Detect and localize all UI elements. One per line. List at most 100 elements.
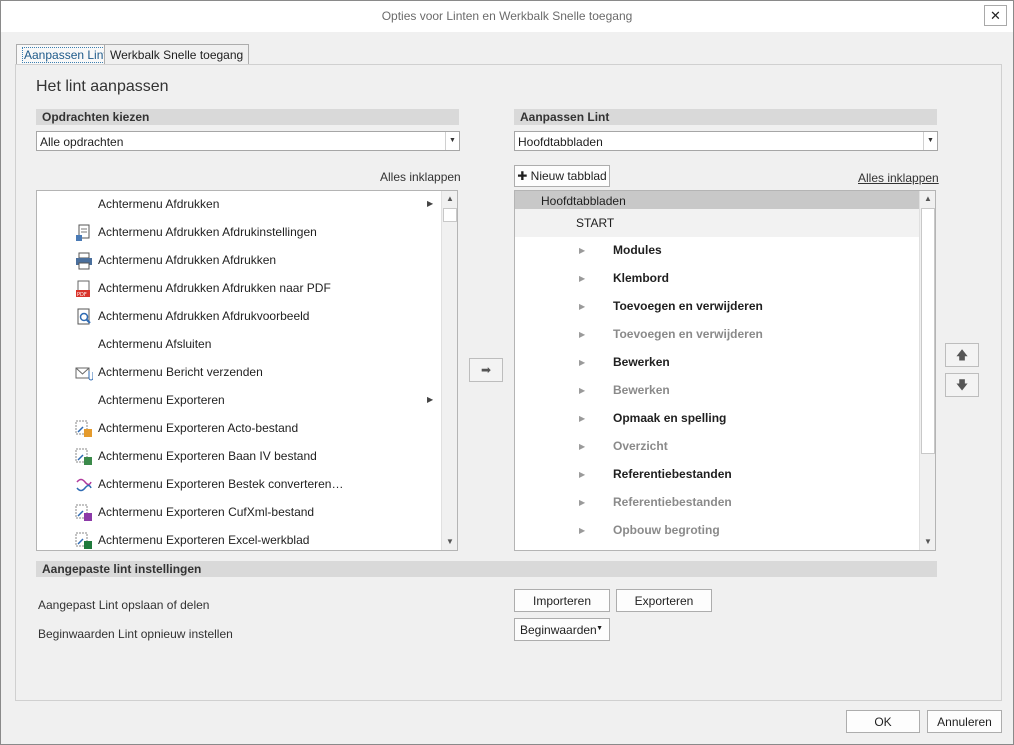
ribbon-group-item[interactable]: ▶ Klembord (515, 265, 919, 293)
add-command-button[interactable]: ➡ (469, 358, 503, 382)
save-share-label: Aangepast Lint opslaan of delen (38, 598, 210, 612)
ribbon-group-label: Bewerken (613, 355, 670, 369)
move-down-button[interactable]: 🡇 (945, 373, 979, 397)
expand-icon[interactable]: ▶ (579, 330, 585, 339)
expand-icon[interactable]: ▶ (579, 442, 585, 451)
page-title: Het lint aanpassen (36, 78, 169, 95)
command-list-item[interactable]: Achtermenu Afdrukken Afdrukvoorbeeld (37, 303, 457, 331)
scroll-down-icon[interactable]: ▼ (442, 534, 457, 550)
ribbon-group-item[interactable]: ▶ Opmaak en spelling (515, 405, 919, 433)
command-list-item[interactable]: PDF Achtermenu Afdrukken Afdrukken naar P… (37, 275, 457, 303)
ribbon-tree[interactable]: Hoofdtabbladen START ▶ Modules ▶ Klembord ▶ T… (514, 190, 936, 551)
ribbon-group-item[interactable]: ▶ Referentiebestanden (515, 489, 919, 517)
reset-dropdown-button[interactable]: Beginwaarden ▼ (514, 618, 610, 641)
scroll-thumb[interactable] (443, 208, 457, 222)
close-icon: ✕ (990, 8, 1001, 23)
tree-tab-row[interactable]: START (515, 209, 919, 237)
expand-icon[interactable]: ▶ (579, 470, 585, 479)
ribbon-group-item[interactable]: ▶ Bewerken (515, 377, 919, 405)
left-collapse-all-link[interactable]: Alles inklappen (380, 170, 461, 184)
ribbon-group-label: Overzicht (613, 439, 668, 453)
command-list-item[interactable]: Achtermenu Exporteren Acto-bestand (37, 415, 457, 443)
tab-aanpassen-lint[interactable]: Aanpassen Lint (16, 44, 115, 65)
command-label: Achtermenu Afdrukken (98, 197, 220, 211)
reset-label: Beginwaarden Lint opnieuw instellen (38, 627, 233, 641)
command-label: Achtermenu Exporteren CufXml-bestand (98, 505, 315, 519)
cancel-button[interactable]: Annuleren (927, 710, 1002, 733)
ribbon-group-label: Klembord (613, 271, 670, 285)
tab-werkbalk-snelle-toegang[interactable]: Werkbalk Snelle toegang (104, 44, 250, 65)
new-tab-label: Nieuw tabblad (530, 169, 607, 183)
command-label: Achtermenu Afsluiten (98, 337, 212, 351)
command-list-item[interactable]: Achtermenu Exporteren Excel-werkblad (37, 527, 457, 550)
command-list-item[interactable]: Achtermenu Afdrukken Afdrukinstellingen (37, 219, 457, 247)
command-label: Achtermenu Afdrukken Afdrukvoorbeeld (98, 309, 310, 323)
expand-icon[interactable]: ▶ (579, 246, 585, 255)
reset-button-label: Beginwaarden (520, 623, 597, 637)
export-acto-icon (75, 420, 93, 438)
arrow-down-icon: 🡇 (955, 378, 969, 392)
ribbon-group-item[interactable]: ▶ Bewerken (515, 349, 919, 377)
expand-icon[interactable]: ▶ (579, 526, 585, 535)
scroll-up-icon[interactable]: ▲ (920, 191, 935, 207)
export-button[interactable]: Exporteren (616, 589, 712, 612)
tab-label: Aanpassen Lint (22, 47, 109, 63)
chevron-down-icon: ▼ (596, 625, 603, 632)
command-label: Achtermenu Exporteren Excel-werkblad (98, 533, 310, 547)
command-label: Achtermenu Exporteren (98, 393, 225, 407)
commands-scrollbar[interactable]: ▲ ▼ (441, 191, 457, 550)
scroll-thumb[interactable] (921, 208, 935, 454)
ribbon-group-item[interactable]: ▶ Modules (515, 237, 919, 265)
arrow-up-icon: 🡅 (955, 348, 969, 362)
command-label: Achtermenu Exporteren Baan IV bestand (98, 449, 317, 463)
import-button[interactable]: Importeren (514, 589, 610, 612)
ribbon-group-item[interactable]: ▶ Toevoegen en verwijderen (515, 321, 919, 349)
ribbon-group-item[interactable]: ▶ Opbouw begroting (515, 517, 919, 545)
tree-tab-label: START (576, 216, 615, 230)
command-list-item[interactable]: Achtermenu Exporteren CufXml-bestand (37, 499, 457, 527)
ribbon-tree-scrollbar[interactable]: ▲ ▼ (919, 191, 935, 550)
expand-icon[interactable]: ▶ (579, 358, 585, 367)
tree-root-row[interactable]: Hoofdtabbladen (515, 191, 919, 209)
export-cufxml-icon (75, 504, 93, 522)
commands-list[interactable]: Achtermenu Afdrukken ▶ Achtermenu Afdrukke… (36, 190, 458, 551)
command-list-item[interactable]: Achtermenu Bericht verzenden (37, 359, 457, 387)
expand-icon[interactable]: ▶ (579, 386, 585, 395)
expand-icon[interactable]: ▶ (579, 274, 585, 283)
ribbon-group-label: Toevoegen en verwijderen (613, 299, 763, 313)
window-title: Opties voor Linten en Werkbalk Snelle to… (381, 9, 633, 23)
command-list-item[interactable]: Achtermenu Exporteren Baan IV bestand (37, 443, 457, 471)
command-list-item[interactable]: Achtermenu Afdrukken ▶ (37, 191, 457, 219)
scroll-up-icon[interactable]: ▲ (442, 191, 457, 207)
command-label: Achtermenu Afdrukken Afdrukken (98, 253, 277, 267)
ribbon-group-label: Toevoegen en verwijderen (613, 327, 763, 341)
ribbon-group-label: Referentiebestanden (613, 467, 732, 481)
close-button[interactable]: ✕ (984, 5, 1007, 26)
command-list-item[interactable]: Achtermenu Afsluiten (37, 331, 457, 359)
convert-icon (75, 476, 93, 494)
chevron-down-icon: ▼ (445, 132, 459, 150)
chevron-down-icon: ▼ (923, 132, 937, 150)
ribbon-group-item[interactable]: ▶ Toevoegen en verwijderen (515, 293, 919, 321)
commands-source-select[interactable]: Alle opdrachten ▼ (36, 131, 460, 151)
expand-icon[interactable]: ▶ (579, 498, 585, 507)
new-tab-button[interactable]: ✚ Nieuw tabblad (514, 165, 610, 187)
command-label: Achtermenu Exporteren Acto-bestand (98, 421, 299, 435)
plus-icon: ✚ (517, 169, 528, 183)
right-collapse-all-link[interactable]: Alles inklappen (858, 171, 939, 185)
pdf-icon: PDF (75, 280, 93, 298)
expand-icon[interactable]: ▶ (579, 414, 585, 423)
ribbon-group-item[interactable]: ▶ Referentiebestanden (515, 461, 919, 489)
ribbon-group-item[interactable]: ▶ Overzicht (515, 433, 919, 461)
svg-text:PDF: PDF (77, 292, 87, 298)
command-label: Achtermenu Exporteren Bestek converteren… (98, 477, 344, 491)
command-label: Achtermenu Afdrukken Afdrukinstellingen (98, 225, 317, 239)
ribbon-tabs-select[interactable]: Hoofdtabbladen ▼ (514, 131, 938, 151)
scroll-down-icon[interactable]: ▼ (920, 534, 935, 550)
ok-button[interactable]: OK (846, 710, 920, 733)
command-list-item[interactable]: Achtermenu Exporteren Bestek converteren… (37, 471, 457, 499)
expand-icon[interactable]: ▶ (579, 302, 585, 311)
command-list-item[interactable]: Achtermenu Afdrukken Afdrukken (37, 247, 457, 275)
command-list-item[interactable]: Achtermenu Exporteren ▶ (37, 387, 457, 415)
move-up-button[interactable]: 🡅 (945, 343, 979, 367)
